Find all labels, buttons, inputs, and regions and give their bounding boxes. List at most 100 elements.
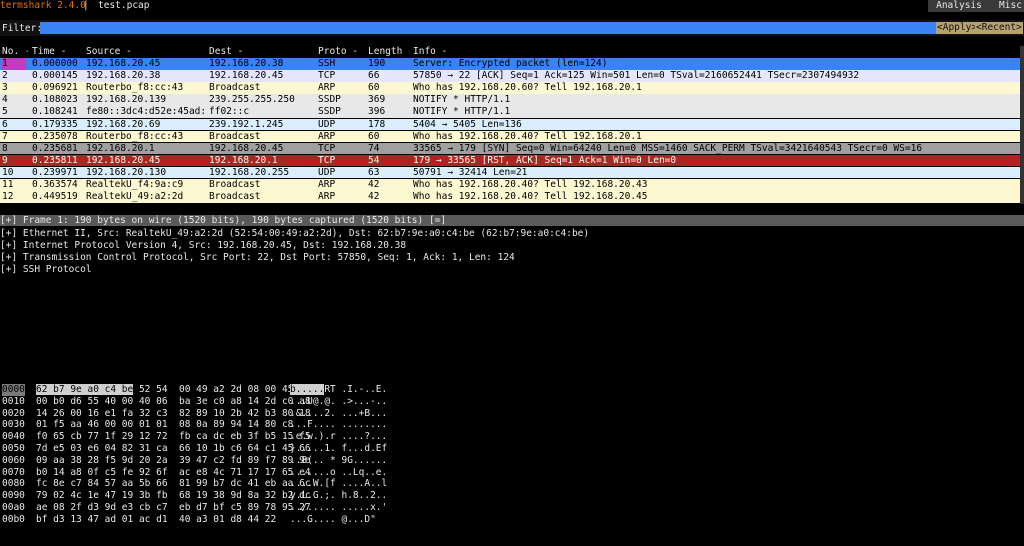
- packet-cell-proto: ARP: [318, 191, 336, 203]
- hex-row: 0000 62 b7 9e a0 c4 be 52 54 00 49 a2 2d …: [0, 384, 1024, 396]
- packet-cell-len: 178: [368, 118, 386, 130]
- hex-ascii[interactable]: y.L.G.;. h.8..2..: [290, 490, 387, 502]
- hex-ascii[interactable]: ..8(.. * 9G......: [290, 455, 387, 467]
- packet-row[interactable]: 10 0.239971 192.168.20.130 192.168.20.255 UD…: [0, 166, 1020, 179]
- hex-bytes[interactable]: 62 b7 9e a0 c4 be 52 54 00 49 a2 2d 08 0…: [36, 384, 311, 396]
- recent-button[interactable]: <Recent>: [975, 22, 1023, 34]
- column-no[interactable]: No. -: [2, 46, 28, 58]
- hex-ascii[interactable]: ...F.... ........: [290, 419, 387, 431]
- hex-row: 0060 09 aa 38 28 f5 9d 20 2a 39 47 c2 fd …: [0, 455, 1024, 467]
- hex-ascii[interactable]: b.....RT .I.-..E.: [290, 384, 387, 396]
- packet-cell-dst: Broadcast: [209, 179, 261, 190]
- packet-details: [+] Ethernet II, Src: RealtekU_49:a2:2d …: [0, 228, 1024, 276]
- hex-bytes[interactable]: 01 f5 aa 46 00 00 01 01 08 0a 89 94 14 8…: [36, 419, 293, 431]
- packet-row[interactable]: 4 0.108023 192.168.20.139 239.255.255.250 SS…: [0, 94, 1020, 106]
- packet-cell-info: NOTIFY * HTTP/1.1: [413, 106, 511, 118]
- hex-ascii[interactable]: ...U@.@. .>...-..: [290, 396, 387, 408]
- detail-row[interactable]: [+] Transmission Control Protocol, Src P…: [0, 252, 1024, 264]
- hex-ascii[interactable]: .......o ..Lq..e.: [290, 467, 387, 479]
- hex-bytes[interactable]: 79 02 4c 1e 47 19 3b fb 68 19 38 9d 8a 3…: [36, 490, 311, 502]
- details-frame-row[interactable]: [+] Frame 1: 190 bytes on wire (1520 bit…: [0, 215, 1024, 226]
- packet-cell-proto: SSDP: [318, 94, 341, 106]
- menu-analysis[interactable]: Analysis: [928, 0, 990, 12]
- hex-offset: 0000: [2, 384, 25, 396]
- packet-row[interactable]: 9 0.235811 192.168.20.45 192.168.20.1 TCP 54 1…: [0, 154, 1020, 167]
- packet-cell-no: 4: [2, 94, 8, 106]
- hex-bytes[interactable]: ae 08 2f d3 9d e3 cb c7 eb d7 bf c5 89 7…: [36, 502, 311, 514]
- filter-label: Filter:: [2, 23, 43, 34]
- packet-cell-src: 192.168.20.130: [86, 166, 167, 178]
- hex-bytes[interactable]: b0 14 a8 0f c5 fe 92 6f ac e8 4c 71 17 1…: [36, 467, 311, 479]
- hex-bytes[interactable]: 7d e5 03 e6 04 82 31 ca 66 10 1b c6 64 c…: [36, 443, 311, 455]
- packet-cell-info: 50791 → 32414 Len=21: [413, 166, 528, 178]
- packet-cell-dst: 192.168.20.255: [209, 166, 290, 178]
- hex-row: 0050 7d e5 03 e6 04 82 31 ca 66 10 1b c6 …: [0, 443, 1024, 455]
- packet-cell-no: 5: [2, 106, 8, 118]
- packet-cell-proto: ARP: [318, 130, 336, 142]
- packet-cell-len: 60: [368, 130, 380, 142]
- packet-cell-len: 66: [368, 70, 380, 82]
- detail-row[interactable]: [+] SSH Protocol: [0, 264, 1024, 276]
- filter-input[interactable]: [40, 22, 938, 34]
- packet-row[interactable]: 3 0.096921 Routerbo_f8:cc:43 Broadcast ARP 60…: [0, 82, 1020, 94]
- column-length[interactable]: Length -: [368, 46, 410, 58]
- column-time[interactable]: Time -: [32, 46, 84, 58]
- packet-cell-proto: SSH: [318, 58, 336, 69]
- packet-row[interactable]: 2 0.000145 192.168.20.38 192.168.20.45 TCP 66…: [0, 70, 1020, 82]
- packet-cell-dst: 192.168.20.45: [209, 70, 284, 82]
- hex-ascii[interactable]: .e.w.).r ....?...: [290, 431, 387, 443]
- packet-row[interactable]: 11 0.363574 RealtekU_f4:9a:c9 Broadcast ARP 4…: [0, 179, 1020, 191]
- packet-cell-time: 0.235811: [32, 154, 78, 166]
- packet-row[interactable]: 5 0.108241 fe80::3dc4:d52e:45ad:20dff02::c…: [0, 106, 1020, 118]
- packet-row[interactable]: 8 0.235681 192.168.20.1 192.168.20.45 TCP 74 3…: [0, 142, 1020, 155]
- menu-misc[interactable]: Misc: [985, 0, 1024, 12]
- packet-cell-dst: Broadcast: [209, 191, 261, 203]
- packet-cell-src: Routerbo_f8:cc:43: [86, 82, 184, 94]
- packet-cell-info: Who has 192.168.20.40? Tell 192.168.20.4…: [413, 191, 648, 203]
- hex-bytes[interactable]: bf d3 13 47 ad 01 ac d1 40 a3 01 d8 44 2…: [36, 514, 276, 526]
- hex-bytes[interactable]: fc 8e c7 84 57 aa 5b 66 81 99 b7 dc 41 e…: [36, 478, 311, 490]
- packet-cell-dst: Broadcast: [209, 82, 261, 94]
- packet-cell-len: 74: [368, 142, 380, 154]
- packet-cell-dst: 239.255.255.250: [209, 94, 295, 106]
- packet-cell-time: 0.108241: [32, 106, 78, 118]
- hex-ascii[interactable]: .&....2. ...+B...: [290, 408, 387, 420]
- packet-row[interactable]: 1 0.000000 192.168.20.45 192.168.20.38 SSH 19…: [0, 58, 1020, 70]
- detail-row[interactable]: [+] Internet Protocol Version 4, Src: 19…: [0, 240, 1024, 252]
- packet-cell-proto: ARP: [318, 179, 336, 190]
- hex-ascii[interactable]: ../..... .....x.': [290, 502, 387, 514]
- packet-cell-time: 0.363574: [32, 179, 78, 190]
- hex-ascii[interactable]: ...G.... @...D": [290, 514, 376, 526]
- column-proto[interactable]: Proto -: [318, 46, 364, 58]
- hex-offset: 0080: [2, 478, 25, 490]
- hex-bytes[interactable]: 09 aa 38 28 f5 9d 20 2a 39 47 c2 fd 89 f…: [36, 455, 311, 467]
- packet-cell-proto: TCP: [318, 142, 336, 154]
- column-info[interactable]: Info -: [413, 46, 1020, 58]
- packet-list-header: No. - Time - Source - Dest - Proto - Len…: [0, 46, 1020, 58]
- packet-cell-time: 0.449519: [32, 191, 78, 203]
- packet-cell-no: 2: [2, 70, 8, 82]
- packet-cell-no: 6: [2, 118, 8, 130]
- column-dest[interactable]: Dest -: [209, 46, 315, 58]
- hex-bytes[interactable]: 14 26 00 16 e1 fa 32 c3 82 89 10 2b 42 b…: [36, 408, 311, 420]
- packet-cell-src: Routerbo_f8:cc:43: [86, 130, 184, 142]
- packet-cell-time: 0.235681: [32, 142, 78, 154]
- packet-cell-proto: UDP: [318, 166, 336, 178]
- apply-button[interactable]: <Apply>: [936, 22, 979, 34]
- detail-row[interactable]: [+] Ethernet II, Src: RealtekU_49:a2:2d …: [0, 228, 1024, 240]
- hex-row: 0040 f0 65 cb 77 1f 29 12 72 fb ca dc eb …: [0, 431, 1024, 443]
- packet-cell-info: 57850 → 22 [ACK] Seq=1 Ack=125 Win=501 L…: [413, 70, 860, 82]
- packet-cell-dst: 239.192.1.245: [209, 118, 284, 130]
- packet-cell-time: 0.000000: [32, 58, 78, 69]
- packet-row[interactable]: 12 0.449519 RealtekU_49:a2:2d Broadcast ARP 4…: [0, 191, 1020, 203]
- packet-row[interactable]: 6 0.179335 192.168.20.69 239.192.1.245 UDP 17…: [0, 118, 1020, 130]
- packet-cell-info: Server: Encrypted packet (len=124): [413, 58, 608, 69]
- hex-bytes[interactable]: 00 b0 d6 55 40 00 40 06 ba 3e c0 a8 14 2…: [36, 396, 311, 408]
- hex-bytes[interactable]: f0 65 cb 77 1f 29 12 72 fb ca dc eb 3f b…: [36, 431, 311, 443]
- packet-list-scrollbar[interactable]: [1020, 46, 1024, 204]
- hex-ascii[interactable]: ....W.[f ....A..l: [290, 478, 387, 490]
- hex-ascii[interactable]: }.....1. f...d.Ef: [290, 443, 387, 455]
- packet-row[interactable]: 7 0.235078 Routerbo_f8:cc:43 Broadcast ARP 60…: [0, 130, 1020, 143]
- column-source[interactable]: Source -: [86, 46, 206, 58]
- hex-offset: 00b0: [2, 513, 25, 525]
